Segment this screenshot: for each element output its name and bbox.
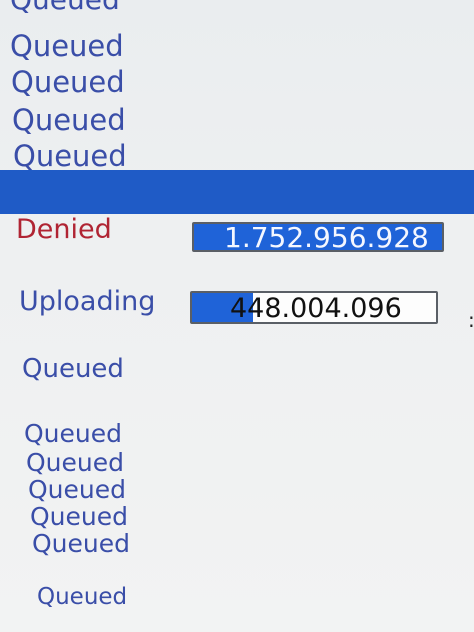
row-status[interactable]: Queued [10,0,120,14]
row-status[interactable]: Queued [37,586,127,609]
row-status[interactable]: Queued [26,450,124,475]
partial-glyph: : [468,310,474,330]
size-value: 448.004.096 [230,293,402,324]
row-status-uploading[interactable]: Uploading [19,288,155,315]
row-status[interactable]: Queued [28,477,126,502]
selected-row-highlight[interactable] [0,170,474,214]
row-status[interactable]: Queued [22,356,124,382]
progress-bar-denied: 1.752.956.928 [192,222,444,252]
row-status[interactable]: Queued [30,504,128,529]
row-status[interactable]: Queued [13,142,127,171]
row-status[interactable]: Queued [10,32,124,61]
row-status[interactable]: Queued [11,68,125,97]
transfer-list: Queued Queued Queued Queued Queued Denie… [0,0,474,632]
row-status[interactable]: Queued [32,531,130,556]
row-status[interactable]: Queued [24,421,122,446]
row-status[interactable]: Queued [12,106,126,135]
progress-bar-uploading: 448.004.096 [190,291,438,324]
row-status-denied[interactable]: Denied [16,216,112,243]
size-value: 1.752.956.928 [224,222,429,252]
